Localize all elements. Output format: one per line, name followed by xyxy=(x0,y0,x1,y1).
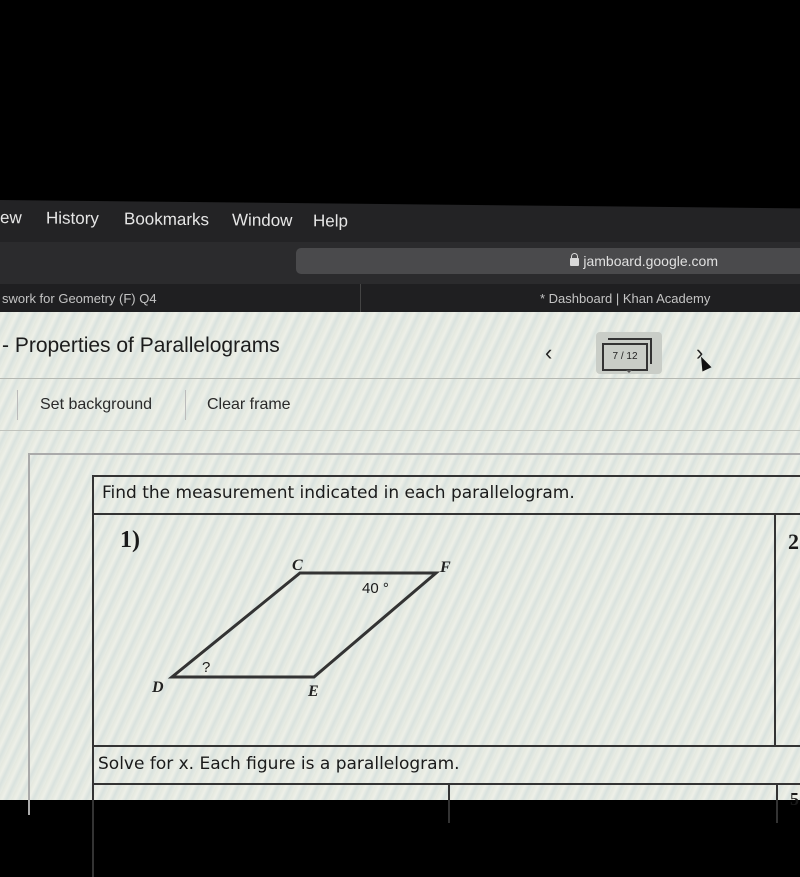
menu-help[interactable]: Help xyxy=(313,211,348,231)
section2-header: Solve for x. Each figure is a parallelog… xyxy=(98,754,460,774)
table-rule xyxy=(92,783,800,785)
menu-view[interactable]: ew xyxy=(0,208,22,228)
vertex-e-label: E xyxy=(308,683,319,700)
tab-khan-academy[interactable]: * Dashboard | Khan Academy xyxy=(540,284,710,314)
page-title: - Properties of Parallelograms xyxy=(2,334,280,357)
mouse-cursor-icon xyxy=(696,354,712,372)
set-background-button[interactable]: Set background xyxy=(40,396,152,414)
given-angle-label: 40 ° xyxy=(362,580,389,597)
table-rule xyxy=(92,745,800,747)
table-rule xyxy=(774,513,776,745)
table-rule xyxy=(776,783,778,823)
clear-frame-button[interactable]: Clear frame xyxy=(207,396,291,414)
menu-bookmarks[interactable]: Bookmarks xyxy=(124,209,209,230)
url-display[interactable]: jamboard.google.com xyxy=(570,253,718,269)
parallelogram-cdef xyxy=(167,571,441,679)
menu-history[interactable]: History xyxy=(46,208,99,229)
tab-divider xyxy=(360,284,361,314)
browser-toolbar: jamboard.google.com xyxy=(0,242,800,286)
vertex-c-label: C xyxy=(292,557,303,574)
unknown-angle-label: ? xyxy=(202,659,211,676)
tab-bar: swork for Geometry (F) Q4 * Dashboard | … xyxy=(0,284,800,314)
problem-2-number: 2 xyxy=(788,529,799,554)
lock-icon xyxy=(570,253,580,266)
toolbar-separator xyxy=(17,390,18,420)
address-bar[interactable]: jamboard.google.com xyxy=(296,248,800,274)
url-text: jamboard.google.com xyxy=(583,253,718,269)
toolbar-divider xyxy=(0,430,800,431)
table-rule xyxy=(448,783,450,823)
vertex-d-label: D xyxy=(152,679,164,696)
problem-1-number: 1) xyxy=(120,527,140,553)
header-divider xyxy=(0,378,800,379)
caret-down-icon xyxy=(626,370,632,373)
table-rule xyxy=(92,513,800,515)
jam-canvas[interactable]: Find the measurement indicated in each p… xyxy=(28,453,800,877)
jamboard-page: - Properties of Parallelograms ‹ 7 / 12 … xyxy=(0,312,800,877)
vertex-f-label: F xyxy=(440,559,451,576)
prev-frame-button[interactable]: ‹ xyxy=(545,340,552,366)
frame-counter-button[interactable]: 7 / 12 xyxy=(596,332,662,374)
section1-header: Find the measurement indicated in each p… xyxy=(102,483,575,503)
toolbar-separator xyxy=(185,390,186,420)
menu-window[interactable]: Window xyxy=(232,210,292,231)
frame-counter-label: 7 / 12 xyxy=(602,343,648,371)
tab-geometry-classwork[interactable]: swork for Geometry (F) Q4 xyxy=(2,284,157,314)
